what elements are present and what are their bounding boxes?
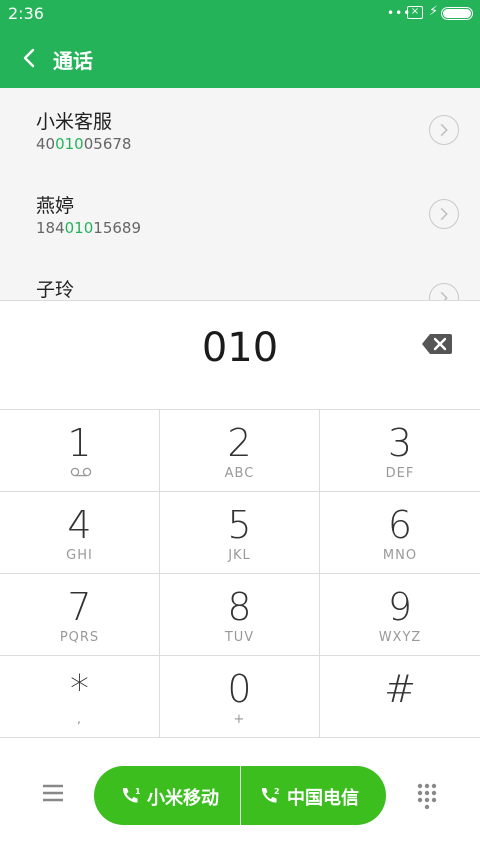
contact-row[interactable]: 子玲 — [0, 256, 480, 300]
back-arrow-icon[interactable] — [14, 43, 44, 73]
key-letters: TUV — [224, 630, 255, 645]
key-letters: GHI — [66, 548, 93, 563]
key-digit: 8 — [227, 585, 252, 629]
backspace-icon[interactable] — [421, 332, 453, 356]
key-star[interactable]: * , — [0, 656, 160, 738]
contact-row[interactable]: 小米客服 4001005678 — [0, 88, 480, 172]
key-letters: PQRS — [59, 630, 100, 645]
key-letters: WXYZ — [378, 630, 422, 645]
key-letters: , — [76, 712, 83, 727]
key-digit: * — [70, 667, 89, 711]
keypad-toggle-icon[interactable] — [417, 783, 437, 809]
sim1-carrier-label: 小米移动 — [147, 788, 219, 809]
status-bar: 2:36 ••• × ⚡ — [0, 0, 480, 28]
contact-name: 子玲 — [36, 279, 75, 300]
key-digit: 7 — [67, 585, 92, 629]
key-digit: 2 — [227, 421, 252, 465]
page-title: 通话 — [53, 49, 93, 73]
contact-detail-chevron-icon[interactable] — [429, 199, 459, 229]
bottom-action-bar: 1 小米移动 2 中国电信 — [0, 739, 480, 853]
key-letters: ABC — [224, 466, 255, 481]
contact-match-list: 小米客服 4001005678 燕婷 18401015689 子玲 — [0, 88, 480, 300]
voicemail-icon — [70, 467, 92, 477]
key-9[interactable]: 9 WXYZ — [320, 574, 480, 656]
contact-detail-chevron-icon[interactable] — [429, 115, 459, 145]
key-digit: 1 — [67, 421, 92, 465]
key-3[interactable]: 3 DEF — [320, 410, 480, 492]
call-sim1-button[interactable]: 1 小米移动 — [94, 766, 240, 825]
app-header: 通话 — [0, 28, 480, 88]
key-6[interactable]: 6 MNO — [320, 492, 480, 574]
key-digit: 4 — [67, 503, 92, 547]
contact-detail-chevron-icon[interactable] — [429, 283, 459, 300]
matched-digits: 010 — [55, 135, 84, 153]
svg-text:2: 2 — [274, 787, 280, 796]
no-sim-icon: × — [407, 6, 423, 19]
key-5[interactable]: 5 JKL — [160, 492, 320, 574]
key-digit: 0 — [227, 667, 252, 711]
status-time: 2:36 — [8, 4, 44, 23]
svg-text:1: 1 — [135, 787, 141, 796]
key-digit: 9 — [387, 585, 413, 629]
contact-number: 18401015689 — [36, 219, 141, 237]
charging-icon: ⚡ — [429, 4, 439, 19]
phone-sim1-icon: 1 — [122, 787, 141, 803]
key-4[interactable]: 4 GHI — [0, 492, 160, 574]
key-letters: JKL — [228, 548, 251, 563]
key-digit: # — [384, 667, 416, 711]
key-letters: + — [233, 712, 246, 727]
key-digit: 5 — [227, 503, 252, 547]
sim2-carrier-label: 中国电信 — [287, 788, 359, 809]
key-letters: DEF — [385, 466, 415, 481]
key-2[interactable]: 2 ABC — [160, 410, 320, 492]
key-digit: 6 — [387, 503, 413, 547]
key-0[interactable]: 0 + — [160, 656, 320, 738]
call-sim2-button[interactable]: 2 中国电信 — [241, 766, 386, 825]
phone-sim2-icon: 2 — [261, 787, 280, 803]
battery-icon — [441, 7, 473, 20]
key-1[interactable]: 1 — [0, 410, 160, 492]
key-digit: 3 — [387, 421, 413, 465]
contact-number: 4001005678 — [36, 135, 132, 153]
contact-name: 小米客服 — [36, 111, 113, 133]
key-letters: MNO — [382, 548, 418, 563]
contact-row[interactable]: 燕婷 18401015689 — [0, 172, 480, 256]
key-8[interactable]: 8 TUV — [160, 574, 320, 656]
dial-keypad: 1 2 ABC 3 DEF 4 GHI 5 JKL 6 MNO 7 PQRS 8… — [0, 409, 480, 739]
key-7[interactable]: 7 PQRS — [0, 574, 160, 656]
dual-sim-call-buttons: 1 小米移动 2 中国电信 — [94, 766, 386, 825]
dialed-number[interactable]: 010 — [0, 325, 480, 371]
contact-name: 燕婷 — [36, 195, 75, 217]
dial-display: 010 — [0, 300, 480, 409]
key-hash[interactable]: # — [320, 656, 480, 738]
matched-digits: 010 — [64, 219, 94, 237]
dialer-screen: 2:36 ••• × ⚡ 通话 小米客服 4001005678 燕婷 18401… — [0, 0, 480, 853]
menu-icon[interactable] — [41, 783, 65, 803]
